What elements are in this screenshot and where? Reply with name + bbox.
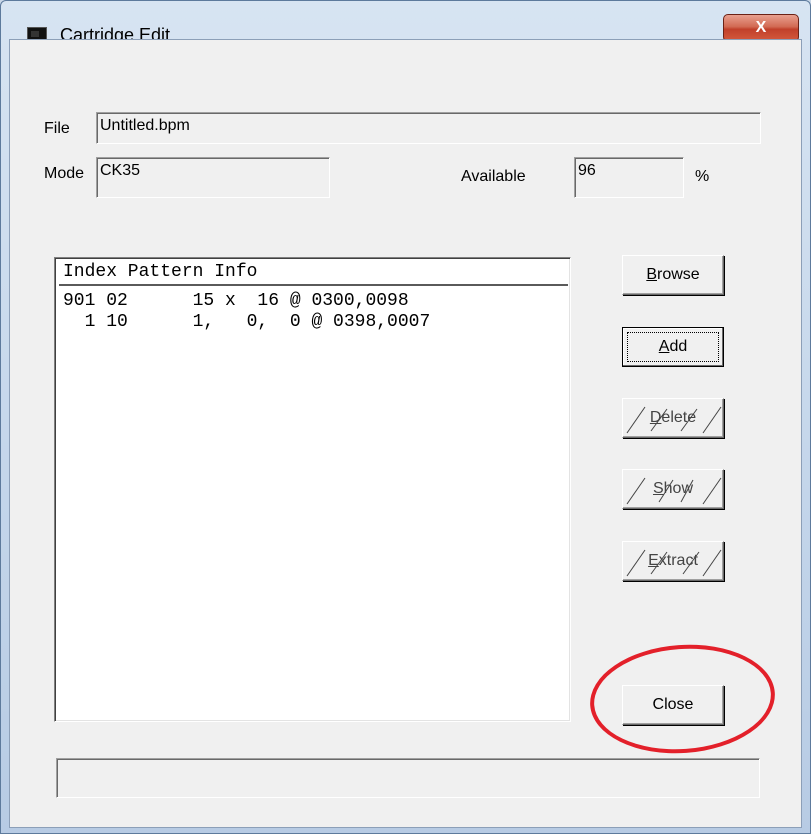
- browse-button[interactable]: Browse: [622, 255, 724, 295]
- available-unit: %: [695, 168, 710, 185]
- disabled-hatch-icon: [626, 477, 722, 505]
- window-close-button[interactable]: X: [723, 14, 799, 42]
- available-field: 96: [574, 157, 684, 198]
- mode-label: Mode: [44, 165, 85, 182]
- show-button[interactable]: Show: [622, 469, 724, 509]
- mode-field: CK35: [96, 157, 330, 198]
- file-label: File: [44, 120, 70, 137]
- list-item[interactable]: 1 10 1, 0, 0 @ 0398,0007: [63, 312, 431, 332]
- file-field: Untitled.bpm: [96, 112, 761, 144]
- pattern-listbox[interactable]: Index Pattern Info 901 02 15 x 16 @ 0300…: [54, 257, 571, 722]
- list-header: Index Pattern Info: [59, 260, 568, 286]
- focus-rectangle: [627, 332, 719, 362]
- add-button[interactable]: Add: [622, 327, 724, 367]
- status-bar: [56, 758, 760, 798]
- list-item[interactable]: 901 02 15 x 16 @ 0300,0098: [63, 291, 409, 311]
- extract-button[interactable]: Extract: [622, 541, 724, 581]
- disabled-hatch-icon: [626, 549, 722, 577]
- disabled-hatch-icon: [626, 406, 722, 434]
- delete-button[interactable]: Delete: [622, 398, 724, 438]
- available-label: Available: [461, 168, 526, 185]
